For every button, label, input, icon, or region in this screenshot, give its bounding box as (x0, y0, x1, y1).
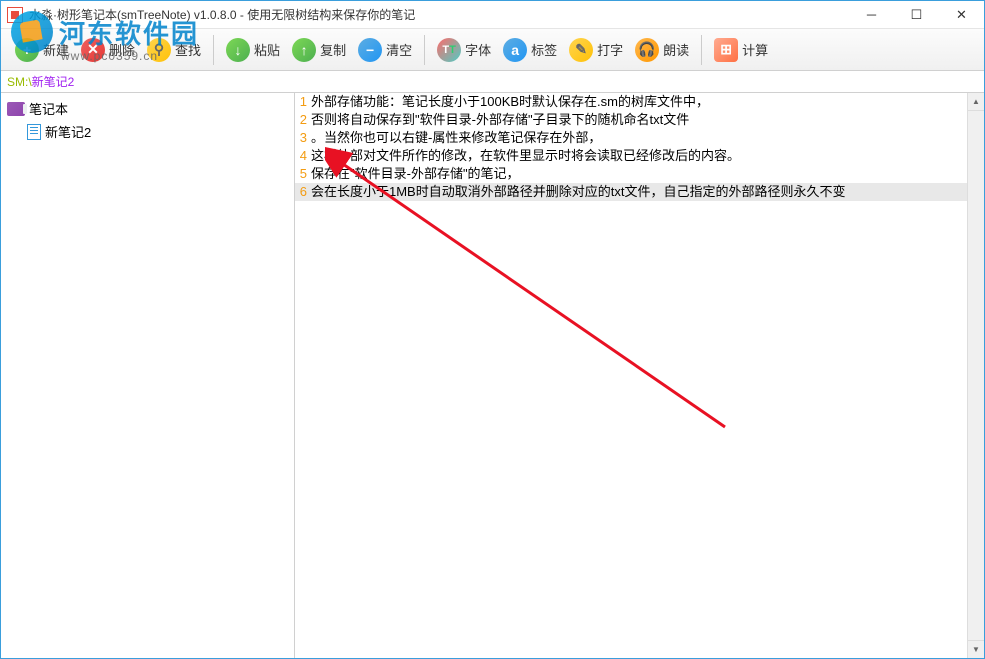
close-button[interactable]: ✕ (939, 1, 984, 29)
editor-line[interactable]: 6会在长度小于1MB时自动取消外部路径并删除对应的txt文件，自己指定的外部路径… (295, 183, 984, 201)
find-label: 查找 (175, 40, 201, 59)
notebook-icon (7, 102, 25, 116)
pencil-icon: ✎ (569, 38, 593, 62)
calc-button[interactable]: ⊞ 计算 (708, 34, 774, 66)
new-label: 新建 (43, 40, 69, 59)
editor-line[interactable]: 3。当然你也可以右键-属性来修改笔记保存在外部， (295, 129, 984, 147)
font-button[interactable]: TT 字体 (431, 34, 497, 66)
line-text: 保存在"软件目录-外部存储"的笔记， (311, 165, 520, 183)
window-controls: ─ ☐ ✕ (849, 1, 984, 29)
breadcrumb-path: 新笔记2 (32, 73, 75, 90)
clear-button[interactable]: − 清空 (352, 34, 418, 66)
new-button[interactable]: + 新建 (9, 34, 75, 66)
line-number: 6 (295, 183, 311, 201)
minus-icon: − (358, 38, 382, 62)
separator (424, 35, 425, 65)
app-icon (7, 7, 23, 23)
line-number: 5 (295, 165, 311, 183)
delete-button[interactable]: ✕ 删除 (75, 34, 141, 66)
clear-label: 清空 (386, 40, 412, 59)
tag-label: 标签 (531, 40, 557, 59)
type-button[interactable]: ✎ 打字 (563, 34, 629, 66)
tag-icon: a (503, 38, 527, 62)
font-label: 字体 (465, 40, 491, 59)
editor-panel[interactable]: 1外部存储功能：笔记长度小于100KB时默认保存在.sm的树库文件中，2否则将自… (295, 93, 984, 658)
tree-item[interactable]: 新笔记2 (7, 120, 288, 143)
type-label: 打字 (597, 40, 623, 59)
read-button[interactable]: 🎧 朗读 (629, 34, 695, 66)
line-text: 这样外部对文件所作的修改，在软件里显示时将会读取已经修改后的内容。 (311, 147, 740, 165)
window-title: 水淼·树形笔记本(smTreeNote) v1.0.8.0 - 使用无限树结构来… (29, 6, 849, 23)
copy-label: 复制 (320, 40, 346, 59)
separator (701, 35, 702, 65)
find-button[interactable]: ⚲ 查找 (141, 34, 207, 66)
tree-root[interactable]: 笔记本 (7, 97, 288, 120)
plus-icon: + (15, 38, 39, 62)
up-arrow-icon: ↑ (292, 38, 316, 62)
main-content: 笔记本 新笔记2 1外部存储功能：笔记长度小于100KB时默认保存在.sm的树库… (1, 93, 984, 658)
line-text: 否则将自动保存到"软件目录-外部存储"子目录下的随机命名txt文件 (311, 111, 689, 129)
paste-button[interactable]: ↓ 粘贴 (220, 34, 286, 66)
editor-line[interactable]: 5保存在"软件目录-外部存储"的笔记， (295, 165, 984, 183)
minimize-button[interactable]: ─ (849, 1, 894, 29)
editor-line[interactable]: 1外部存储功能：笔记长度小于100KB时默认保存在.sm的树库文件中， (295, 93, 984, 111)
breadcrumb: SM:\ 新笔记2 (1, 71, 984, 93)
tree-panel[interactable]: 笔记本 新笔记2 (1, 93, 295, 658)
tree-root-label: 笔记本 (29, 99, 68, 118)
vertical-scrollbar[interactable] (967, 93, 984, 658)
delete-icon: ✕ (81, 38, 105, 62)
tree-item-label: 新笔记2 (45, 122, 91, 141)
tag-button[interactable]: a 标签 (497, 34, 563, 66)
read-label: 朗读 (663, 40, 689, 59)
editor-line[interactable]: 2否则将自动保存到"软件目录-外部存储"子目录下的随机命名txt文件 (295, 111, 984, 129)
line-text: 。当然你也可以右键-属性来修改笔记保存在外部， (311, 129, 601, 147)
toolbar: + 新建 ✕ 删除 ⚲ 查找 ↓ 粘贴 ↑ 复制 − 清空 TT 字体 (1, 29, 984, 71)
editor-line[interactable]: 4这样外部对文件所作的修改，在软件里显示时将会读取已经修改后的内容。 (295, 147, 984, 165)
search-icon: ⚲ (147, 38, 171, 62)
maximize-button[interactable]: ☐ (894, 1, 939, 29)
titlebar: 水淼·树形笔记本(smTreeNote) v1.0.8.0 - 使用无限树结构来… (1, 1, 984, 29)
line-number: 1 (295, 93, 311, 111)
calc-label: 计算 (742, 40, 768, 59)
breadcrumb-prefix: SM:\ (7, 75, 32, 89)
copy-button[interactable]: ↑ 复制 (286, 34, 352, 66)
separator (213, 35, 214, 65)
line-number: 4 (295, 147, 311, 165)
line-number: 3 (295, 129, 311, 147)
delete-label: 删除 (109, 40, 135, 59)
line-text: 会在长度小于1MB时自动取消外部路径并删除对应的txt文件，自己指定的外部路径则… (311, 183, 845, 201)
line-text: 外部存储功能：笔记长度小于100KB时默认保存在.sm的树库文件中， (311, 93, 709, 111)
down-arrow-icon: ↓ (226, 38, 250, 62)
note-icon (27, 124, 41, 140)
headphone-icon: 🎧 (635, 38, 659, 62)
line-number: 2 (295, 111, 311, 129)
calculator-icon: ⊞ (714, 38, 738, 62)
font-icon: TT (437, 38, 461, 62)
paste-label: 粘贴 (254, 40, 280, 59)
